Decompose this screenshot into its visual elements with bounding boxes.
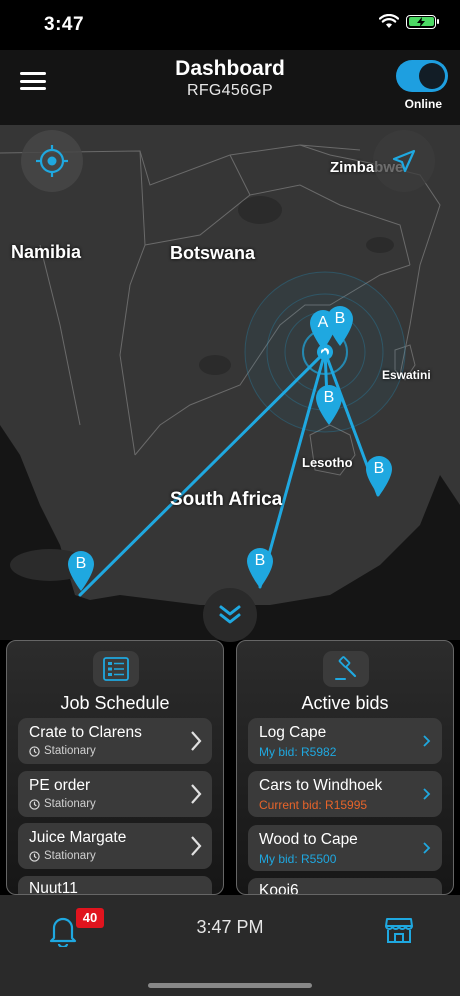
job-item[interactable]: Crate to Clarens Stationary (18, 718, 212, 764)
bid-title: Kooi6 (259, 882, 299, 895)
chevron-right-icon (423, 842, 431, 854)
map-marker-b[interactable]: B (246, 547, 274, 589)
map-marker-b[interactable]: B (365, 455, 393, 497)
map-view[interactable]: Namibia Botswana Zimbabwe Eswatini Lesot… (0, 125, 460, 640)
map-label-botswana: Botswana (170, 243, 256, 263)
bid-title: Cars to Windhoek (259, 777, 383, 794)
bid-amount: My bid: R5982 (259, 745, 337, 759)
job-title: Juice Margate (29, 829, 127, 846)
toggle-knob (419, 63, 445, 89)
schedule-icon (93, 651, 139, 687)
locate-icon (36, 145, 68, 177)
bid-item[interactable]: Kooi6 (248, 878, 442, 895)
home-indicator (148, 983, 312, 988)
vehicle-registration: RFG456GP (187, 82, 273, 99)
bottom-bar: 40 3:47 PM (0, 895, 460, 996)
job-title: PE order (29, 777, 91, 794)
job-status: Stationary (29, 745, 96, 757)
map-label-south-africa: South Africa (170, 489, 283, 510)
chevron-right-icon (191, 784, 202, 804)
dashboard-panels: Job Schedule Crate to Clarens Stationary… (0, 640, 460, 895)
bid-amount: Current bid: R15995 (259, 798, 368, 812)
active-bids-card: Active bids Log Cape My bid: R5982 Cars … (236, 640, 454, 895)
job-title: Nuut11 (29, 880, 78, 895)
store-icon[interactable] (384, 915, 414, 945)
active-bids-title: Active bids (301, 693, 389, 713)
wifi-icon (379, 14, 399, 28)
bid-title: Wood to Cape (259, 831, 358, 848)
status-icons (379, 14, 439, 29)
clock-icon (29, 850, 40, 862)
status-time: 3:47 (44, 14, 85, 35)
map-marker-b[interactable]: B (326, 305, 354, 347)
job-item[interactable]: Nuut11 (18, 876, 212, 895)
online-toggle[interactable] (396, 60, 448, 92)
chevron-right-icon (191, 836, 202, 856)
chevron-right-icon (423, 735, 431, 747)
online-label: Online (404, 97, 442, 111)
clock-icon (29, 798, 40, 810)
gavel-icon (323, 651, 369, 687)
bid-item[interactable]: Cars to Windhoek Current bid: R15995 (248, 771, 442, 817)
bid-amount: My bid: R5500 (259, 852, 337, 866)
map-marker-b[interactable]: B (67, 550, 95, 592)
job-schedule-card: Job Schedule Crate to Clarens Stationary… (6, 640, 224, 895)
locate-button[interactable] (21, 130, 83, 192)
chevron-right-icon (423, 788, 431, 800)
battery-charging-icon (406, 14, 439, 29)
navigate-icon (392, 149, 416, 173)
page-title: Dashboard (175, 57, 285, 80)
status-bar: 3:47 (0, 0, 460, 50)
collapse-map-button[interactable] (203, 588, 257, 642)
map-marker-b[interactable]: B (315, 384, 343, 426)
clock-icon (29, 745, 40, 757)
bid-title: Log Cape (259, 724, 327, 741)
chevron-right-icon (191, 731, 202, 751)
chevron-double-down-icon (219, 605, 241, 624)
map-label-namibia: Namibia (11, 242, 82, 262)
bid-item[interactable]: Wood to Cape My bid: R5500 (248, 825, 442, 871)
header: Dashboard RFG456GP Online (0, 50, 460, 125)
map-label-eswatini: Eswatini (382, 368, 431, 382)
navigate-button[interactable] (373, 130, 435, 192)
job-status: Stationary (29, 850, 96, 862)
job-item[interactable]: Juice Margate Stationary (18, 823, 212, 869)
map-label-lesotho: Lesotho (302, 455, 353, 470)
job-status: Stationary (29, 798, 96, 810)
job-schedule-title: Job Schedule (60, 693, 170, 713)
job-title: Crate to Clarens (29, 724, 142, 741)
job-item[interactable]: PE order Stationary (18, 771, 212, 817)
bid-item[interactable]: Log Cape My bid: R5982 (248, 718, 442, 764)
